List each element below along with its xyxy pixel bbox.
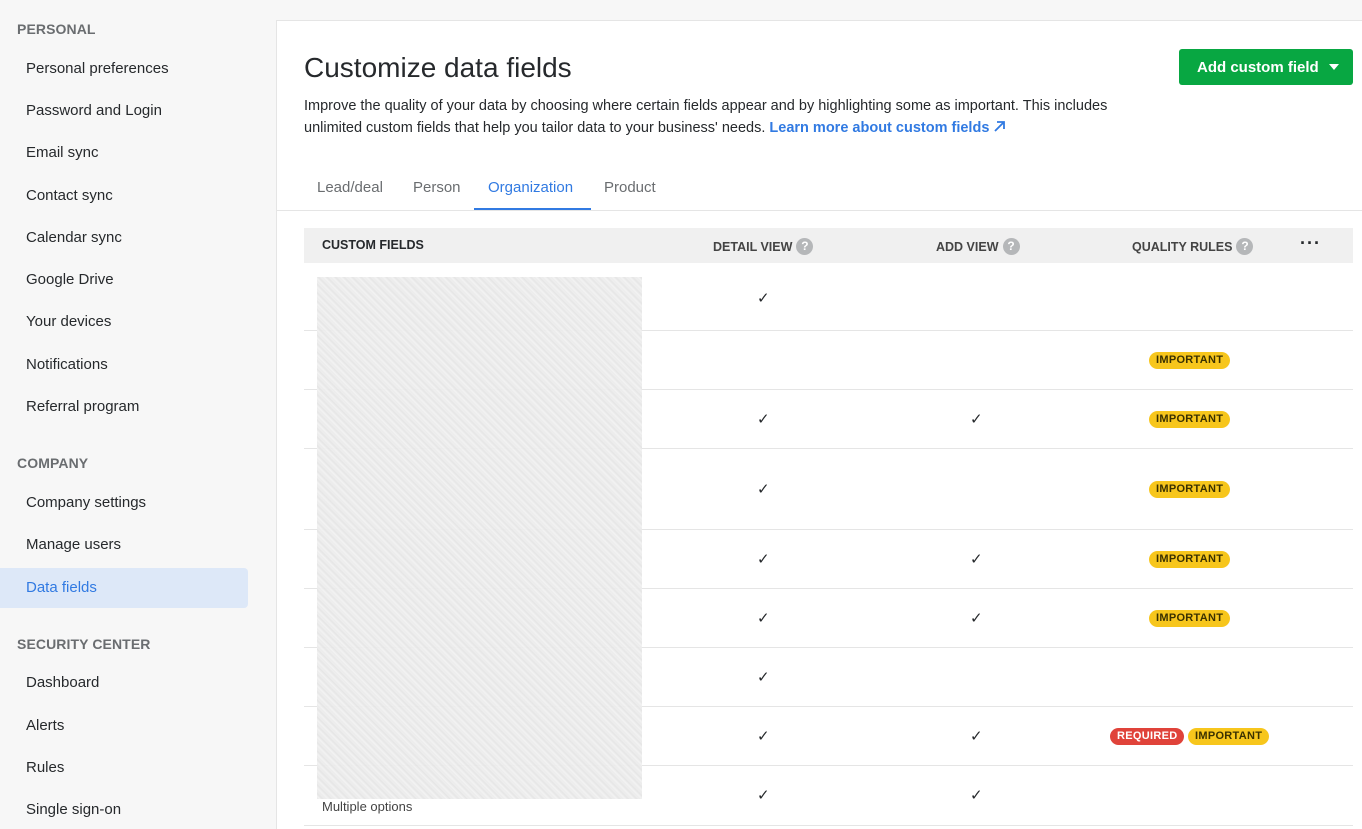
important-badge: IMPORTANT <box>1149 610 1231 627</box>
redacted-field-names <box>317 277 642 799</box>
add-custom-field-button[interactable]: Add custom field <box>1179 49 1353 85</box>
col-detail-view: DETAIL VIEW ? <box>713 238 814 255</box>
section-title-security-center: SECURITY CENTER <box>17 636 151 652</box>
sidebar-item-calendar-sync[interactable]: Calendar sync <box>26 228 122 248</box>
sidebar-item-google-drive[interactable]: Google Drive <box>26 270 114 290</box>
col-custom-fields: CUSTOM FIELDS <box>322 238 424 252</box>
detail-view-check-icon: ✓ <box>757 411 770 428</box>
sidebar-item-manage-users[interactable]: Manage users <box>26 535 121 555</box>
important-badge: IMPORTANT <box>1149 411 1231 428</box>
sidebar-item-single-sign-on[interactable]: Single sign-on <box>26 800 121 820</box>
detail-view-check-icon: ✓ <box>757 290 770 307</box>
detail-view-check-icon: ✓ <box>757 728 770 745</box>
page-description: Improve the quality of your data by choo… <box>304 95 1134 139</box>
entity-tabs: Lead/deal Person Organization Product <box>277 171 1362 211</box>
active-tab-indicator <box>474 208 591 210</box>
important-badge: IMPORTANT <box>1149 352 1231 369</box>
chevron-down-icon[interactable] <box>1329 64 1339 70</box>
detail-view-check-icon: ✓ <box>757 669 770 686</box>
tab-organization[interactable]: Organization <box>488 179 573 211</box>
tab-product[interactable]: Product <box>604 179 656 211</box>
sidebar-item-rules[interactable]: Rules <box>26 758 64 778</box>
more-options-icon[interactable]: ··· <box>1300 233 1321 254</box>
col-quality-rules: QUALITY RULES ? <box>1132 238 1254 255</box>
main-panel: Customize data fields Improve the qualit… <box>276 20 1362 829</box>
sidebar-item-password-login[interactable]: Password and Login <box>26 101 162 121</box>
tab-person[interactable]: Person <box>413 179 461 211</box>
col-add-view: ADD VIEW ? <box>936 238 1020 255</box>
help-icon[interactable]: ? <box>796 238 814 255</box>
tab-lead-deal[interactable]: Lead/deal <box>317 179 383 211</box>
learn-more-link[interactable]: Learn more about custom fields <box>769 120 1006 136</box>
important-badge: IMPORTANT <box>1149 481 1231 498</box>
detail-view-check-icon: ✓ <box>757 610 770 627</box>
detail-view-check-icon: ✓ <box>757 551 770 568</box>
settings-sidebar: PERSONAL Personal preferences Password a… <box>0 0 262 829</box>
sidebar-item-email-sync[interactable]: Email sync <box>26 143 99 163</box>
sidebar-item-data-fields[interactable]: Data fields <box>26 578 97 598</box>
field-type-label: Multiple options <box>322 799 413 814</box>
help-icon[interactable]: ? <box>1002 238 1020 255</box>
detail-view-check-icon: ✓ <box>757 481 770 498</box>
important-badge: IMPORTANT <box>1149 551 1231 568</box>
sidebar-item-personal-preferences[interactable]: Personal preferences <box>26 59 169 79</box>
external-link-icon <box>994 121 1006 132</box>
sidebar-item-alerts[interactable]: Alerts <box>26 716 64 736</box>
add-view-check-icon: ✓ <box>970 728 983 745</box>
sidebar-item-contact-sync[interactable]: Contact sync <box>26 186 113 206</box>
add-view-check-icon: ✓ <box>970 551 983 568</box>
section-title-personal: PERSONAL <box>17 21 96 37</box>
add-custom-field-label: Add custom field <box>1197 58 1319 76</box>
sidebar-item-company-settings[interactable]: Company settings <box>26 493 146 513</box>
table-header: CUSTOM FIELDS DETAIL VIEW ? ADD VIEW ? Q… <box>304 228 1353 263</box>
add-view-check-icon: ✓ <box>970 610 983 627</box>
required-badge: REQUIRED <box>1110 728 1185 745</box>
sidebar-item-your-devices[interactable]: Your devices <box>26 312 111 332</box>
sidebar-item-notifications[interactable]: Notifications <box>26 355 108 375</box>
sidebar-item-dashboard[interactable]: Dashboard <box>26 673 99 693</box>
page-title: Customize data fields <box>304 52 572 83</box>
section-title-company: COMPANY <box>17 455 89 471</box>
detail-view-check-icon: ✓ <box>757 787 770 804</box>
add-view-check-icon: ✓ <box>970 787 983 804</box>
add-view-check-icon: ✓ <box>970 411 983 428</box>
important-badge: IMPORTANT <box>1188 728 1270 745</box>
sidebar-item-referral-program[interactable]: Referral program <box>26 397 139 417</box>
help-icon[interactable]: ? <box>1236 238 1254 255</box>
